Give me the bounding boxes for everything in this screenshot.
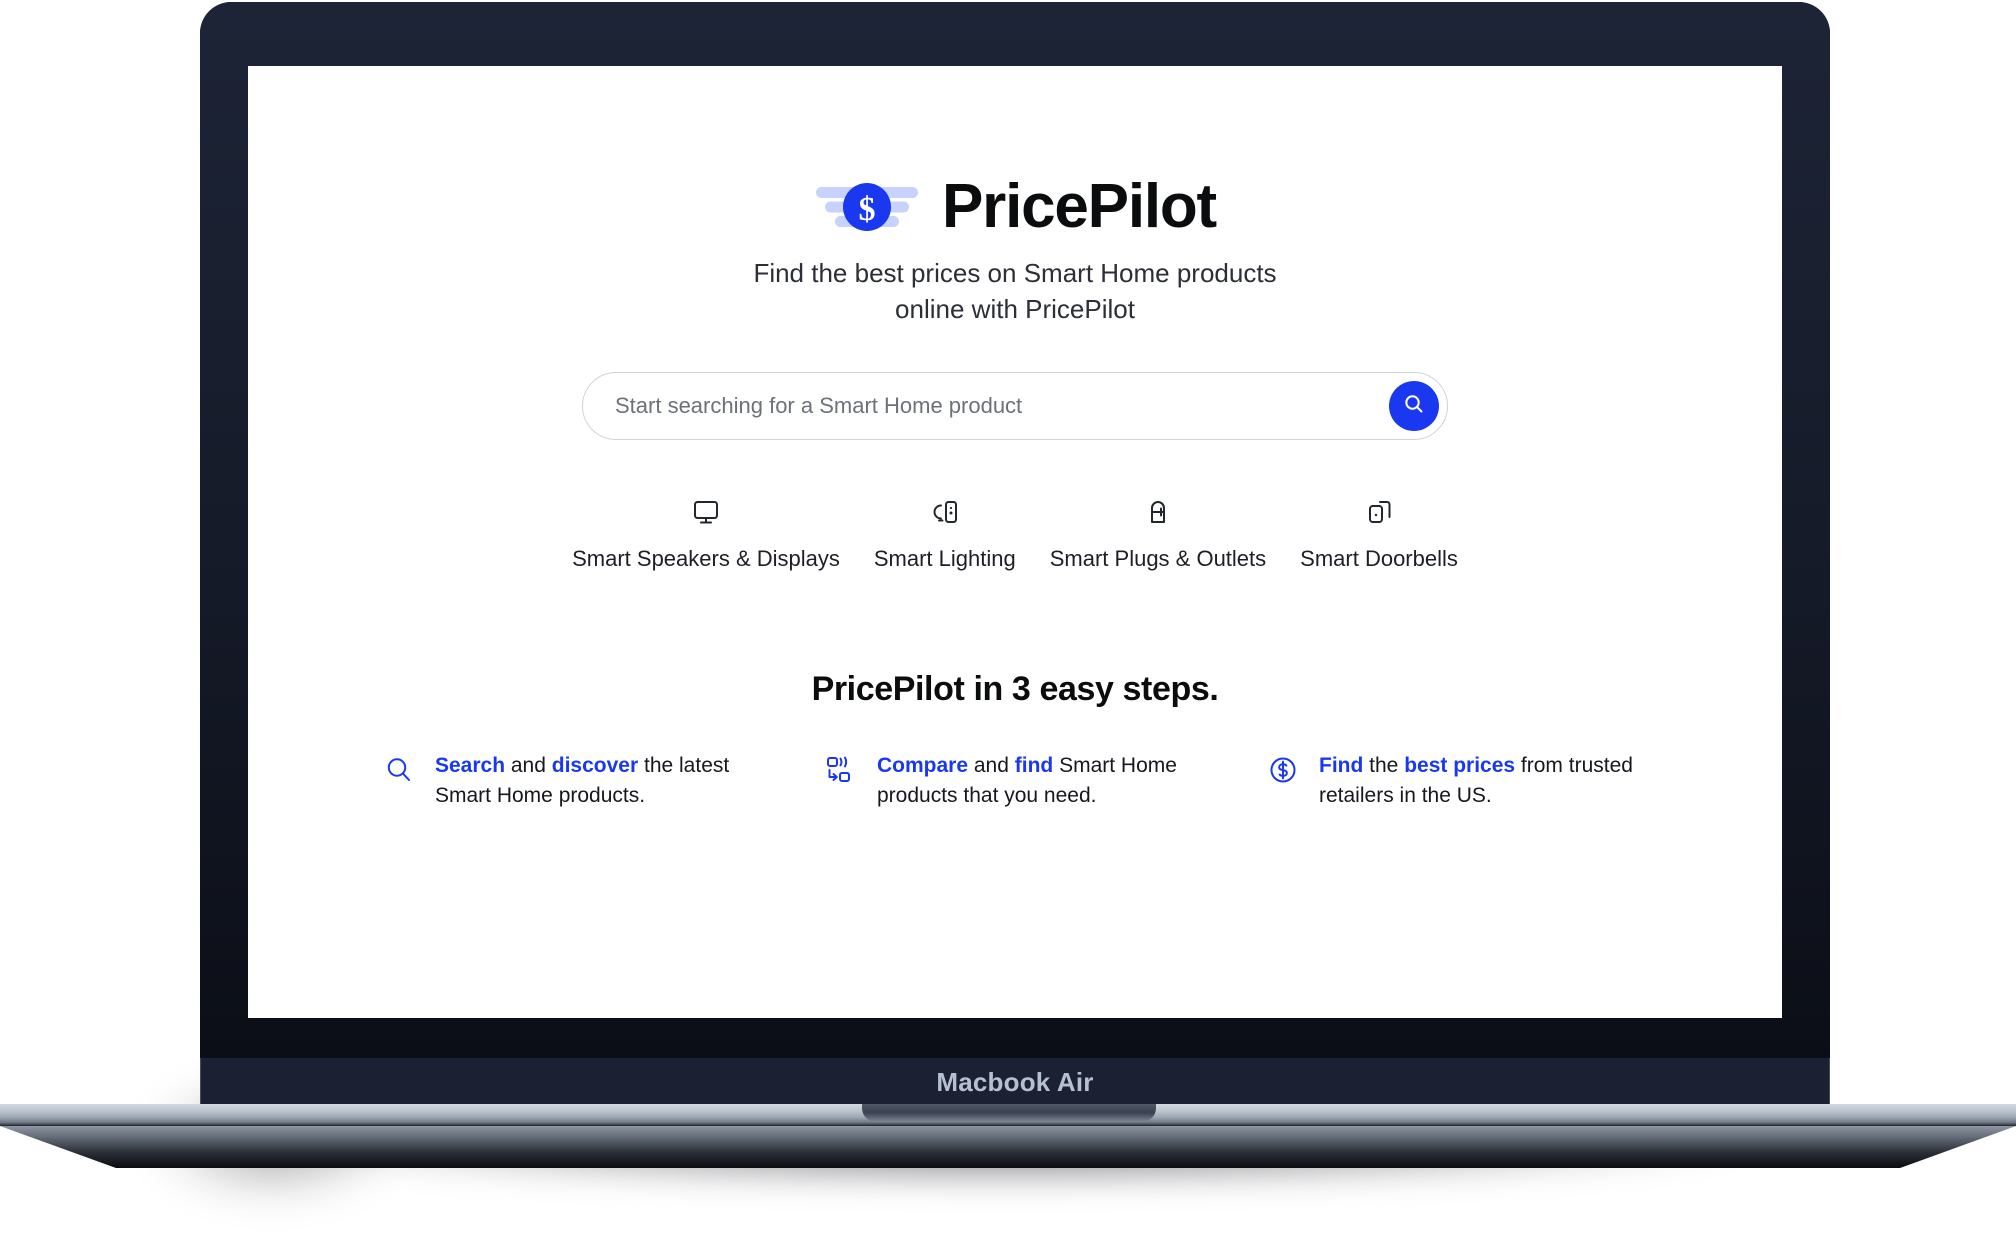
step-mid: the — [1363, 753, 1405, 777]
step-mid: and — [505, 753, 552, 777]
steps-list: Search and discover the latest Smart Hom… — [355, 751, 1675, 811]
search-icon — [383, 751, 415, 791]
hero-tagline-line2: online with PricePilot — [895, 293, 1135, 324]
laptop-base-edge — [0, 1126, 2016, 1168]
laptop-base-notch — [862, 1104, 1156, 1122]
search-input[interactable] — [582, 371, 1448, 440]
step-text: Find the best prices from trusted retail… — [1319, 751, 1647, 811]
hero-tagline-line1: Find the best prices on Smart Home produ… — [753, 258, 1277, 288]
laptop-mockup: $ PricePilot Find the best prices on Sma… — [0, 0, 2016, 1246]
category-label: Smart Lighting — [873, 545, 1016, 571]
laptop-hinge-bar: Macbook Air — [200, 1058, 1830, 1106]
category-list: Smart Speakers & Displays Smart Lighting… — [572, 494, 1458, 572]
search-bar — [582, 371, 1448, 440]
plug-outlet-icon — [1142, 494, 1174, 530]
brand-name: PricePilot — [942, 172, 1217, 241]
category-label: Smart Plugs & Outlets — [1049, 545, 1267, 571]
step-highlight-2: find — [1014, 753, 1054, 777]
step-text: Search and discover the latest Smart Hom… — [435, 751, 763, 811]
step-highlight-2: best prices — [1404, 753, 1516, 777]
monitor-display-icon — [690, 494, 722, 530]
step-highlight-2: discover — [551, 753, 639, 777]
brand-lockup: $ PricePilot — [814, 172, 1217, 241]
step-item-search: Search and discover the latest Smart Hom… — [383, 751, 763, 811]
step-highlight-1: Find — [1319, 753, 1364, 777]
compare-icon — [825, 751, 857, 791]
pricepilot-homepage: $ PricePilot Find the best prices on Sma… — [248, 66, 1782, 1018]
search-icon — [1402, 392, 1426, 419]
search-submit-button[interactable] — [1389, 380, 1439, 431]
step-item-compare: Compare and find Smart Home products tha… — [825, 751, 1205, 811]
laptop-screen: $ PricePilot Find the best prices on Sma… — [248, 66, 1782, 1018]
steps-section-title: PricePilot in 3 easy steps. — [811, 669, 1219, 708]
winged-dollar-logo-icon: $ — [814, 176, 920, 238]
dollar-circle-icon — [1267, 751, 1299, 791]
step-item-find-prices: Find the best prices from trusted retail… — [1267, 751, 1647, 811]
category-label: Smart Speakers & Displays — [572, 545, 840, 571]
category-item-smart-lighting[interactable]: Smart Lighting — [874, 494, 1016, 572]
svg-text:$: $ — [859, 191, 876, 228]
category-item-smart-plugs-outlets[interactable]: Smart Plugs & Outlets — [1050, 494, 1266, 572]
step-highlight-1: Compare — [877, 753, 969, 777]
category-item-smart-speakers-displays[interactable]: Smart Speakers & Displays — [572, 494, 840, 572]
step-text: Compare and find Smart Home products tha… — [877, 751, 1205, 811]
category-item-smart-doorbells[interactable]: Smart Doorbells — [1300, 494, 1458, 572]
smart-light-device-icon — [929, 494, 961, 530]
laptop-lid: $ PricePilot Find the best prices on Sma… — [200, 2, 1830, 1068]
hero-tagline: Find the best prices on Smart Home produ… — [753, 256, 1276, 328]
doorbell-icon — [1363, 494, 1395, 530]
device-model-label: Macbook Air — [936, 1066, 1094, 1097]
step-mid: and — [968, 753, 1015, 777]
step-highlight-1: Search — [435, 753, 506, 777]
category-label: Smart Doorbells — [1300, 545, 1458, 571]
